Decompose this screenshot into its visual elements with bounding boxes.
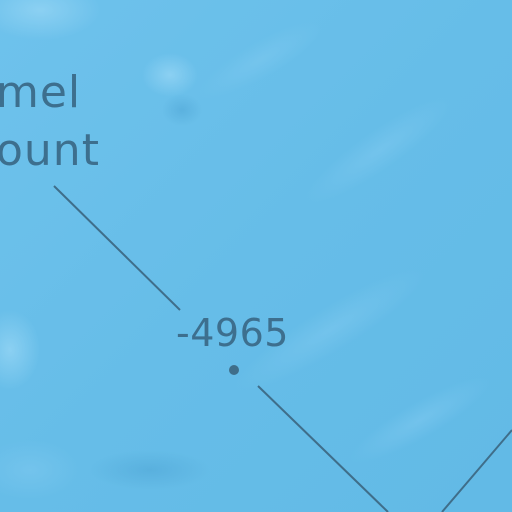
map-canvas[interactable]: mel ount -4965: [0, 0, 512, 512]
depth-sounding-point[interactable]: [229, 365, 239, 375]
leader-line: [53, 185, 181, 311]
seamount-name-label: mel ount: [0, 64, 100, 180]
depth-sounding-label: -4965: [176, 311, 289, 355]
seamount-name-line-2: ount: [0, 125, 100, 176]
seamount-name-line-1: mel: [0, 67, 82, 118]
leader-line: [257, 385, 389, 512]
leader-line: [441, 429, 512, 512]
